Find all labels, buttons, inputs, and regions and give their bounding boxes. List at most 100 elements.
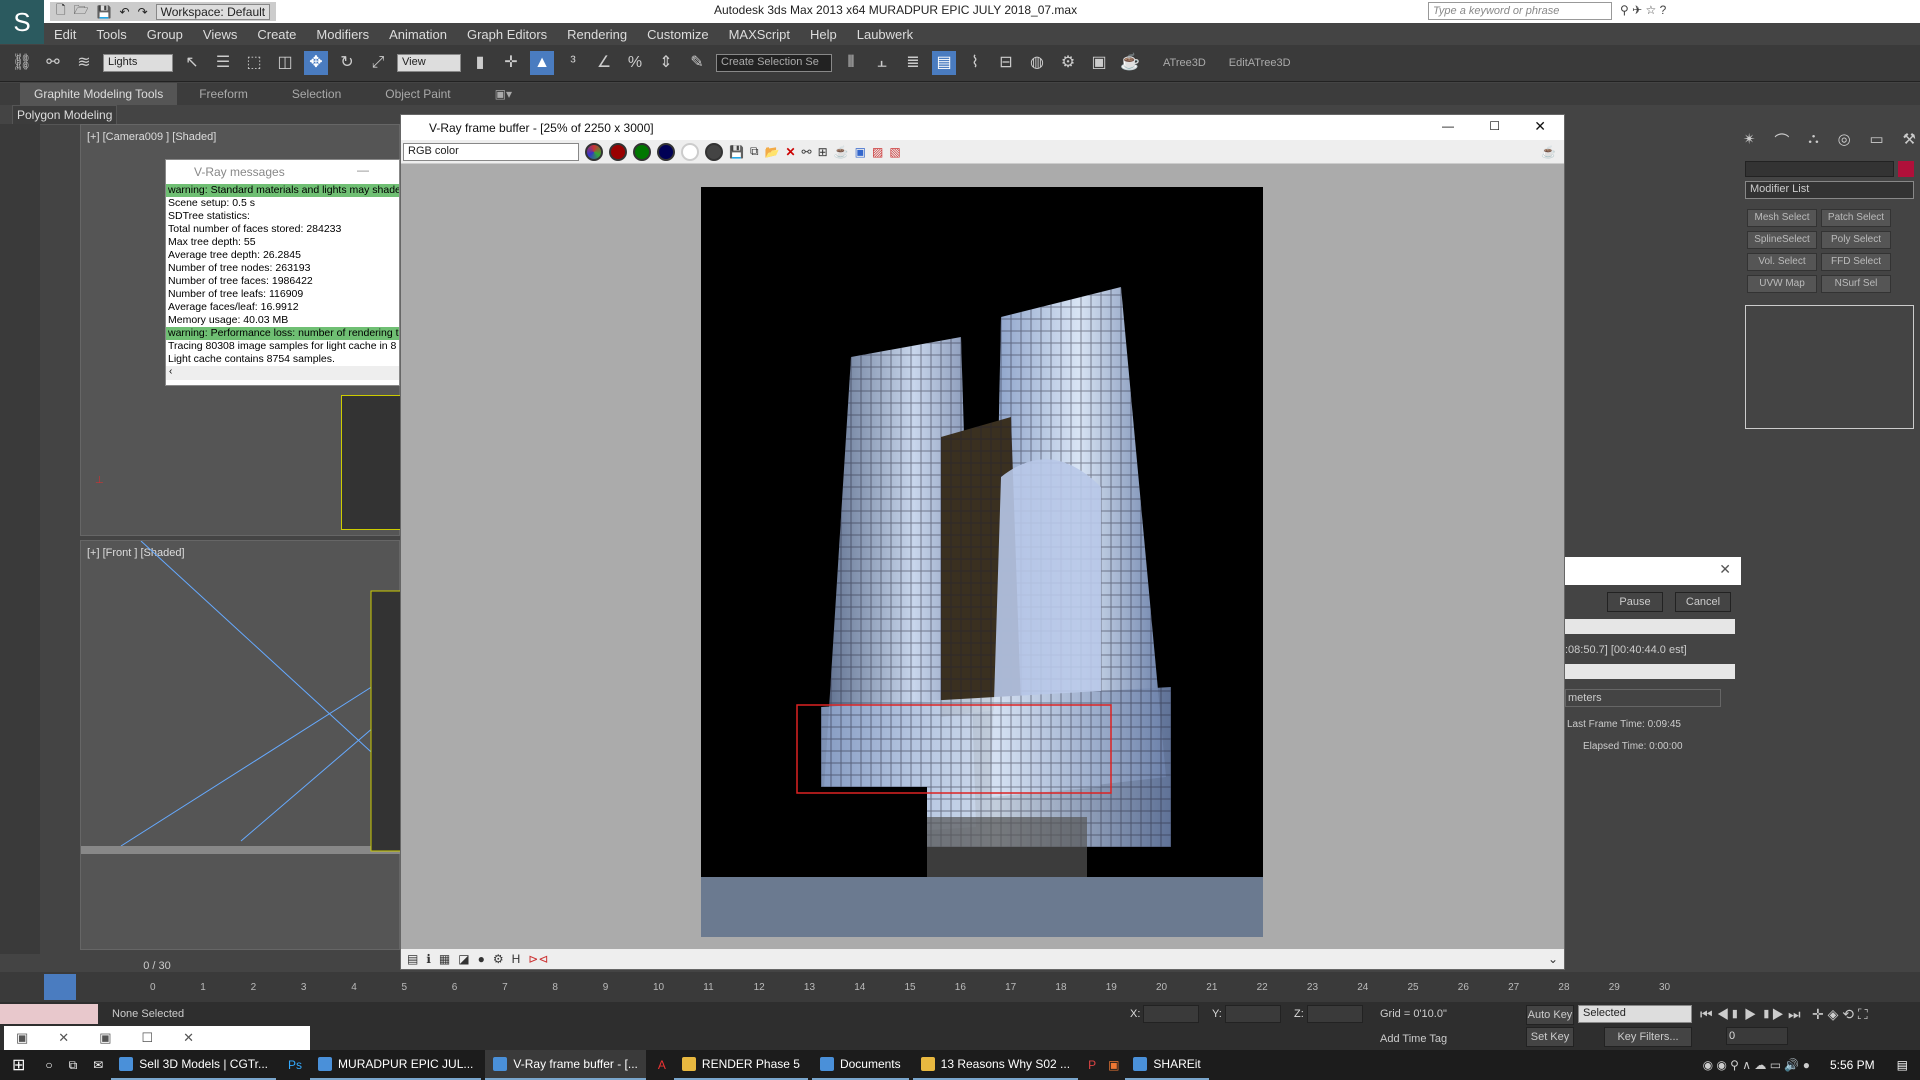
auto-key-button[interactable]: Auto Key: [1526, 1005, 1574, 1025]
tab-object-paint[interactable]: Object Paint: [363, 87, 472, 101]
menu-tools[interactable]: Tools: [86, 27, 136, 42]
ab-compare-icon[interactable]: ▧: [889, 145, 900, 159]
ref-coord-dropdown[interactable]: View: [397, 54, 461, 72]
menu-rendering[interactable]: Rendering: [557, 27, 637, 42]
info-icon[interactable]: ℹ: [426, 952, 431, 966]
front-viewport[interactable]: [+] [Front ] [Shaded]: [80, 540, 401, 950]
viewport-nav-icons[interactable]: ✛ ◈ ⟲ ⛶: [1812, 1006, 1868, 1023]
cancel-button[interactable]: Cancel: [1675, 592, 1731, 612]
menu-maxscript[interactable]: MAXScript: [719, 27, 800, 42]
channel-dropdown[interactable]: RGB color: [403, 142, 579, 161]
undo-icon[interactable]: ↶: [120, 5, 130, 19]
key-mode-dropdown[interactable]: Selected: [1578, 1005, 1692, 1023]
alpha-channel-icon[interactable]: [681, 142, 699, 161]
close-icon[interactable]: ✕: [58, 1030, 69, 1046]
minimize-icon[interactable]: —: [357, 163, 369, 177]
schematic-icon[interactable]: ⊟: [994, 51, 1018, 75]
object-name-input[interactable]: [1745, 161, 1894, 177]
edit-atree3d-button[interactable]: EditATree3D: [1229, 57, 1291, 69]
powerpoint-icon[interactable]: P: [1082, 1058, 1102, 1072]
menu-edit[interactable]: Edit: [44, 27, 86, 42]
select-object-icon[interactable]: ↖: [180, 51, 204, 75]
manipulate-icon[interactable]: ✛: [499, 51, 523, 75]
levels-icon[interactable]: ▦: [439, 952, 450, 966]
restore-icon[interactable]: ☐: [142, 1030, 154, 1046]
history-icon[interactable]: ▤: [407, 952, 418, 966]
window-icon[interactable]: ▣: [99, 1030, 111, 1046]
acrobat-icon[interactable]: A: [650, 1058, 674, 1072]
link-icon[interactable]: ⛓: [10, 51, 34, 75]
angle-snap-icon[interactable]: ∠: [592, 51, 616, 75]
timeline[interactable]: 0 / 30 0 1 2 3 4 5 6 7 8 9 10 11 12 13 14 15 16 17 18 19 20 2…: [0, 960, 1920, 1002]
task-3dsmax[interactable]: MURADPUR EPIC JUL...: [310, 1050, 482, 1080]
create-tab-icon[interactable]: ✴: [1743, 130, 1756, 151]
close-icon[interactable]: ✕: [1719, 561, 1731, 578]
viewport-layout-icon[interactable]: [44, 974, 76, 1000]
save-image-icon[interactable]: 💾: [729, 145, 744, 159]
modifier-list-dropdown[interactable]: Modifier List: [1745, 181, 1914, 199]
curve-icon[interactable]: ◪: [458, 952, 469, 966]
utilities-tab-icon[interactable]: ⚒: [1903, 130, 1916, 151]
lens-effects-icon[interactable]: ▣: [855, 145, 866, 159]
z-coord-input[interactable]: [1307, 1005, 1363, 1023]
save-all-icon[interactable]: ⧉: [750, 144, 759, 159]
vol-select-button[interactable]: Vol. Select: [1747, 253, 1817, 271]
app-logo[interactable]: S: [0, 0, 44, 44]
clear-image-icon[interactable]: ✕: [785, 145, 795, 159]
expand-icon[interactable]: ⌄: [1548, 952, 1558, 966]
minimized-windows[interactable]: ▣ ✕ ▣ ☐ ✕: [4, 1026, 310, 1050]
curve-editor-icon[interactable]: ⌇: [963, 51, 987, 75]
red-channel-icon[interactable]: [609, 142, 627, 161]
task-chrome[interactable]: Sell 3D Models | CGTr...: [111, 1050, 277, 1080]
named-selection-dropdown[interactable]: Create Selection Se: [716, 54, 832, 72]
menu-animation[interactable]: Animation: [379, 27, 457, 42]
ribbon-toggle-icon[interactable]: ▤: [932, 51, 956, 75]
tab-selection[interactable]: Selection: [270, 87, 363, 101]
unlink-icon[interactable]: ⚯: [41, 51, 65, 75]
system-tray-icons[interactable]: ◉ ◉ ⚲ ∧ ☁ ▭ 🔊 ●: [1693, 1058, 1820, 1072]
render-teapot-icon[interactable]: ☕: [1541, 145, 1556, 159]
menu-views[interactable]: Views: [193, 27, 247, 42]
save-icon[interactable]: 💾: [97, 5, 112, 19]
edit-named-sel-icon[interactable]: ✎: [685, 51, 709, 75]
new-file-icon[interactable]: 🗋: [56, 1, 66, 22]
selection-filter-dropdown[interactable]: Lights: [103, 54, 173, 72]
task-13-reasons[interactable]: 13 Reasons Why S02 ...: [912, 1050, 1079, 1080]
bind-spacewarp-icon[interactable]: ≋: [72, 51, 96, 75]
link-icon[interactable]: ⚯: [802, 145, 812, 159]
tab-freeform[interactable]: Freeform: [177, 87, 270, 101]
help-icons[interactable]: ⚲ ✈ ☆ ?: [1620, 3, 1666, 17]
time-slider-frame[interactable]: 0 / 30: [82, 960, 232, 972]
menu-modifiers[interactable]: Modifiers: [306, 27, 379, 42]
task-view-icon[interactable]: ⧉: [61, 1058, 86, 1073]
modify-tab-icon[interactable]: ⌒: [1774, 130, 1789, 151]
region-render-icon[interactable]: ⊞: [818, 145, 828, 159]
color-correction-icon[interactable]: ▨: [872, 145, 883, 159]
parameters-rollout[interactable]: meters: [1565, 689, 1721, 707]
y-coord-input[interactable]: [1225, 1005, 1281, 1023]
playback-controls[interactable]: ⏮ ◀▮ ▶ ▮▶ ⏭: [1700, 1006, 1801, 1023]
menu-graph-editors[interactable]: Graph Editors: [457, 27, 557, 42]
green-channel-icon[interactable]: [633, 142, 651, 161]
window-crossing-icon[interactable]: ◫: [273, 51, 297, 75]
ffd-select-button[interactable]: FFD Select: [1821, 253, 1891, 271]
stamp-icon[interactable]: ⊳⊲: [528, 952, 548, 966]
rect-region-icon[interactable]: ⬚: [242, 51, 266, 75]
current-frame-input[interactable]: 0: [1726, 1027, 1788, 1045]
cortana-icon[interactable]: ○: [37, 1058, 60, 1072]
mail-icon[interactable]: ✉: [85, 1058, 111, 1072]
close-icon[interactable]: ✕: [183, 1030, 194, 1046]
menu-laubwerk[interactable]: Laubwerk: [847, 27, 923, 42]
open-file-icon[interactable]: 🗁: [74, 1, 89, 22]
rgb-channel-icon[interactable]: [585, 142, 603, 161]
blue-channel-icon[interactable]: [657, 142, 675, 161]
tab-graphite-modeling-tools[interactable]: Graphite Modeling Tools: [20, 83, 178, 105]
task-render-phase[interactable]: RENDER Phase 5: [673, 1050, 808, 1080]
display-tab-icon[interactable]: ▭: [1870, 130, 1884, 151]
align-icon[interactable]: ⫠: [870, 51, 894, 75]
patch-select-button[interactable]: Patch Select: [1821, 209, 1891, 227]
poly-select-button[interactable]: Poly Select: [1821, 231, 1891, 249]
x-coord-input[interactable]: [1143, 1005, 1199, 1023]
percent-snap-icon[interactable]: %: [623, 51, 647, 75]
pivot-icon[interactable]: ▮: [468, 51, 492, 75]
